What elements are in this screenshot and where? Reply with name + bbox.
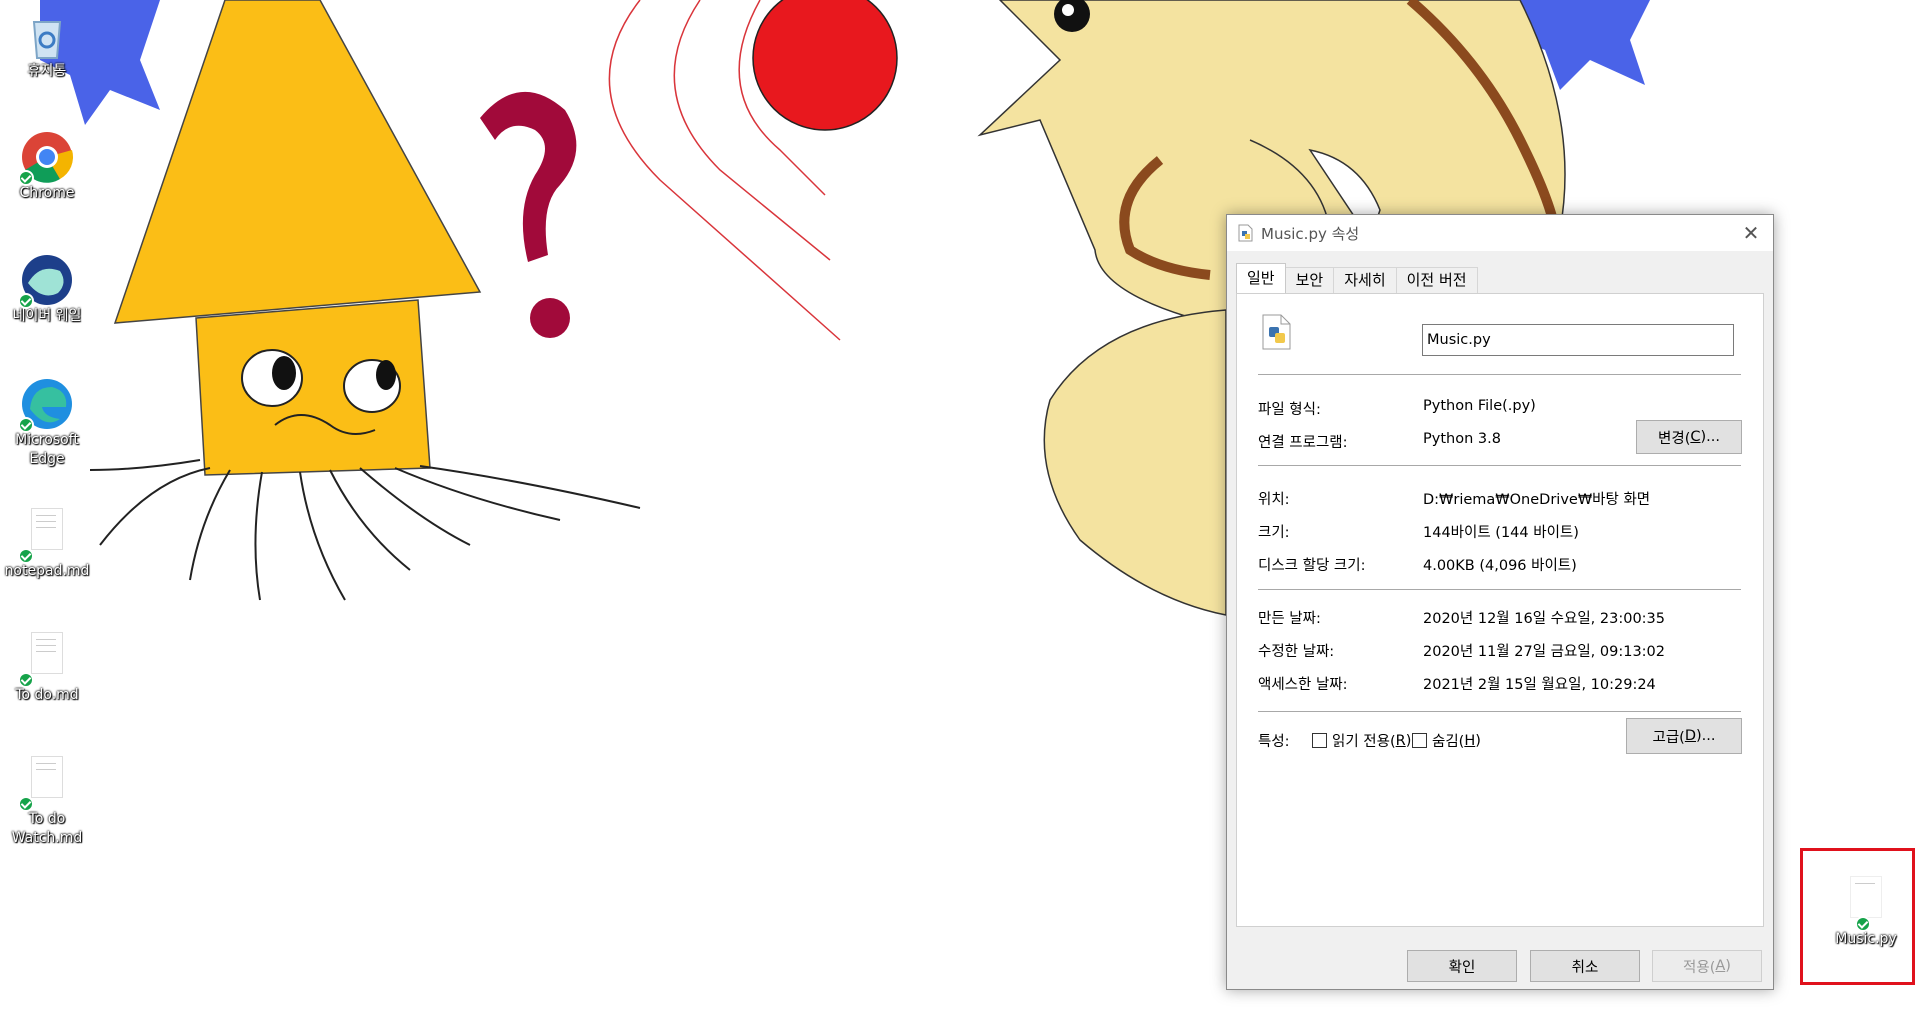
opens-with-value: Python 3.8 — [1423, 431, 1501, 447]
opens-with-label: 연결 프로그램: — [1258, 435, 1348, 451]
button-text: 적용( — [1683, 959, 1716, 976]
sync-status-icon — [18, 417, 34, 433]
markdown-file-icon — [18, 632, 74, 688]
cancel-button[interactable]: 취소 — [1530, 950, 1640, 982]
accelerator-key: D — [1684, 728, 1697, 744]
desktop-icon-notepad-md[interactable]: notepad.md — [2, 502, 92, 581]
button-text-suffix: ) — [1725, 958, 1731, 974]
wallpaper-question-mark — [480, 91, 577, 262]
separator — [1258, 374, 1741, 375]
wallpaper-bird-wing — [1043, 309, 1227, 616]
disk-size-label: 디스크 할당 크기: — [1258, 558, 1366, 574]
dialog-tabs: 일반 보안 자세히 이전 버전 — [1236, 263, 1478, 293]
created-label: 만든 날짜: — [1258, 611, 1321, 627]
close-button[interactable]: ✕ — [1729, 215, 1773, 251]
modified-value: 2020년 11월 27일 금요일, 09:13:02 — [1423, 644, 1666, 660]
dialog-title: Music.py 속성 — [1261, 224, 1360, 243]
button-text-suffix: )... — [1696, 728, 1716, 744]
disk-size-value: 4.00KB (4,096 바이트) — [1423, 558, 1577, 574]
checkbox-text-suffix: ) — [1405, 732, 1412, 749]
general-tab-panel: 파일 형식: Python File(.py) 연결 프로그램: Python … — [1236, 293, 1764, 927]
sync-status-icon — [18, 548, 34, 564]
accelerator-key: H — [1464, 732, 1476, 749]
size-value: 144바이트 (144 바이트) — [1423, 525, 1579, 541]
desktop-icon-label: Microsoft Edge — [15, 432, 79, 467]
button-text-suffix: )... — [1700, 429, 1720, 445]
change-program-button[interactable]: 변경(C)... — [1636, 420, 1742, 454]
checkbox-box[interactable] — [1312, 733, 1327, 748]
hidden-checkbox[interactable]: 숨김(H) — [1412, 730, 1481, 751]
desktop-icon-label: 휴지통 — [27, 63, 67, 79]
close-icon: ✕ — [1742, 221, 1760, 245]
filename-input[interactable] — [1422, 324, 1734, 356]
desktop-icon-chrome[interactable]: Chrome — [2, 130, 92, 203]
markdown-file-icon — [18, 756, 74, 812]
checkbox-text: 숨김( — [1432, 734, 1465, 750]
sync-status-icon — [18, 796, 34, 812]
file-type-value: Python File(.py) — [1423, 398, 1536, 414]
location-label: 위치: — [1258, 492, 1290, 508]
sync-status-icon — [18, 672, 34, 688]
created-value: 2020년 12월 16일 수요일, 23:00:35 — [1423, 611, 1666, 627]
properties-dialog: Music.py 속성 ✕ 일반 보안 자세히 이전 버전 파일 형식: Pyt… — [1226, 214, 1774, 990]
separator — [1258, 711, 1741, 712]
desktop-icon-edge[interactable]: Microsoft Edge — [2, 377, 92, 469]
readonly-checkbox[interactable]: 읽기 전용(R) — [1312, 730, 1411, 751]
tab-details[interactable]: 자세히 — [1333, 267, 1397, 293]
attributes-label: 특성: — [1258, 734, 1290, 750]
button-text: 고급( — [1652, 729, 1685, 746]
separator — [1258, 465, 1741, 466]
tab-security[interactable]: 보안 — [1284, 267, 1335, 293]
size-label: 크기: — [1258, 525, 1290, 541]
whale-browser-icon — [18, 253, 74, 309]
tab-previous-versions[interactable]: 이전 버전 — [1395, 267, 1478, 293]
dialog-titlebar[interactable]: Music.py 속성 ✕ — [1227, 215, 1773, 251]
desktop-icon-label: 네이버 웨일 — [12, 308, 82, 324]
wallpaper-red-ball — [752, 0, 898, 131]
modified-label: 수정한 날짜: — [1258, 644, 1335, 660]
edge-icon — [18, 377, 74, 433]
desktop-icon-label: notepad.md — [4, 563, 90, 579]
checkbox-text-suffix: ) — [1475, 732, 1481, 749]
wallpaper-squid-head — [113, 0, 482, 324]
apply-button[interactable]: 적용(A) — [1652, 950, 1762, 982]
markdown-file-icon — [18, 508, 74, 564]
python-file-icon — [1238, 224, 1253, 242]
desktop-icon-label: Chrome — [19, 185, 75, 201]
recycle-bin-icon — [20, 8, 74, 62]
checkbox-text: 읽기 전용( — [1332, 734, 1396, 750]
file-type-label: 파일 형식: — [1258, 402, 1321, 418]
accessed-label: 액세스한 날짜: — [1258, 677, 1348, 693]
sync-status-icon — [18, 293, 34, 309]
sync-status-icon — [18, 170, 34, 186]
accessed-value: 2021년 2월 15일 월요일, 10:29:24 — [1423, 677, 1656, 693]
desktop-icon-todo-watch-md[interactable]: To do Watch.md — [2, 750, 92, 848]
ok-button[interactable]: 확인 — [1407, 950, 1517, 982]
accelerator-key: R — [1395, 732, 1406, 749]
accelerator-key: A — [1715, 958, 1726, 974]
python-file-large-icon — [1262, 314, 1291, 350]
desktop-icon-naver-whale[interactable]: 네이버 웨일 — [2, 253, 92, 326]
desktop-icon-label: To do.md — [15, 687, 79, 703]
tab-general[interactable]: 일반 — [1236, 263, 1286, 293]
desktop-icon-label: To do Watch.md — [11, 811, 83, 846]
checkbox-box[interactable] — [1412, 733, 1427, 748]
button-text: 변경( — [1658, 430, 1691, 447]
accelerator-key: C — [1690, 429, 1701, 445]
desktop-icon-todo-md[interactable]: To do.md — [2, 626, 92, 705]
separator — [1258, 589, 1741, 590]
chrome-icon — [18, 130, 74, 186]
selection-highlight-box — [1800, 848, 1915, 985]
location-value: D:₩riema₩OneDrive₩바탕 화면 — [1423, 492, 1651, 508]
desktop-icon-recycle-bin[interactable]: 휴지통 — [2, 8, 92, 81]
advanced-button[interactable]: 고급(D)... — [1626, 718, 1742, 754]
